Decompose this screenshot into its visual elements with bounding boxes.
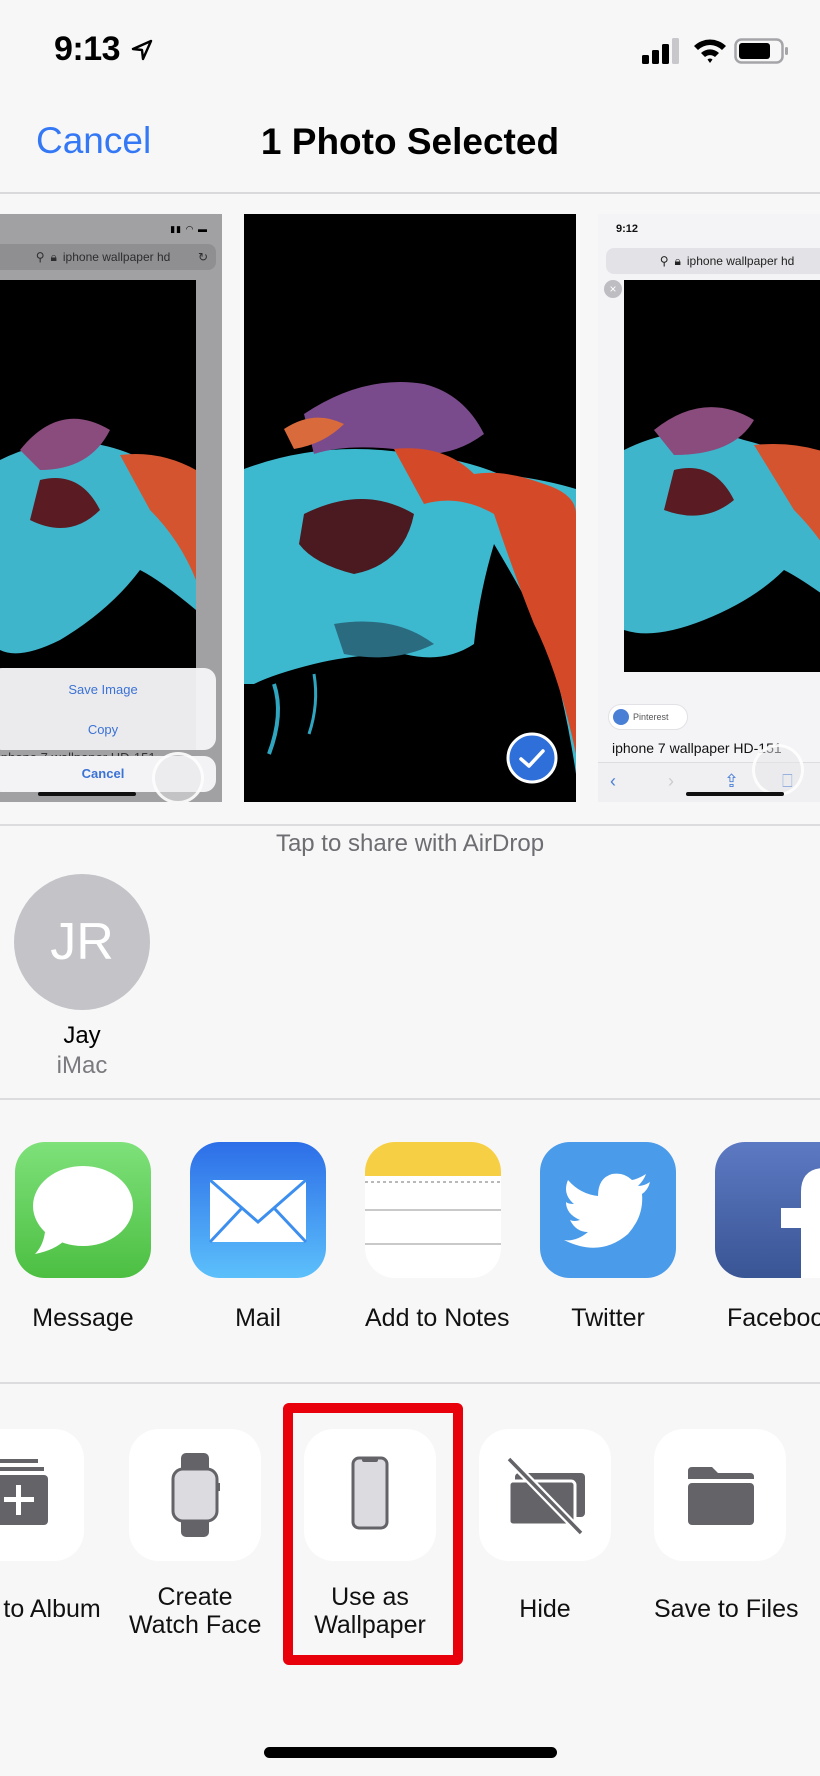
back-icon: ‹ [610, 771, 616, 791]
page-title: 1 Photo Selected [0, 121, 820, 163]
twitter-icon [540, 1142, 676, 1278]
add-to-album-icon [0, 1429, 84, 1561]
source-chip-label: Pinterest [633, 712, 669, 722]
app-mail[interactable]: Mail [190, 1142, 326, 1333]
action-label: Hide [519, 1595, 571, 1623]
action-label: Use as Wallpaper [304, 1583, 436, 1639]
status-bar: 9:13 [0, 0, 820, 100]
search-icon: ⚲ [659, 254, 669, 268]
reload-icon: ↻ [197, 250, 208, 264]
share-actions-row[interactable]: Add to Album Create Watch Face Use as Wa… [0, 1385, 820, 1685]
airdrop-contact[interactable]: JR Jay iMac [14, 874, 150, 1080]
close-icon: × [604, 280, 622, 298]
hide-icon [479, 1429, 611, 1561]
airdrop-hint-text: Tap to share with AirDrop [275, 830, 545, 857]
app-facebook[interactable]: Facebook [715, 1142, 820, 1333]
wifi-icon [694, 39, 726, 63]
facebook-icon [715, 1142, 820, 1278]
app-label: Mail [235, 1304, 281, 1332]
mini-status-icons: ▮▮ ◠ ▬ [170, 224, 208, 234]
contact-name: Jay [63, 1022, 101, 1049]
mini-home-indicator [38, 792, 136, 796]
divider [0, 1098, 820, 1100]
action-sheet-preview: Save Image Copy [0, 668, 216, 750]
app-label: Twitter [571, 1304, 645, 1332]
divider [0, 1382, 820, 1384]
action-save-to-files[interactable]: Save to Files [654, 1429, 799, 1623]
mini-home-indicator [686, 792, 784, 796]
mini-url-bar: ⚲ 🔒︎ iphone wallpaper hd [606, 248, 820, 274]
mail-icon [190, 1142, 326, 1278]
app-twitter[interactable]: Twitter [540, 1142, 676, 1333]
photo-thumbnail-next[interactable]: 9:12 ⚲ 🔒︎ iphone wallpaper hd × Pinteres… [598, 214, 820, 802]
airdrop-hint: Tap to share with AirDrop [0, 830, 820, 858]
status-time: 9:13 [54, 30, 121, 68]
action-label-line: Watch Face [129, 1611, 262, 1639]
mini-url-text: iphone wallpaper hd [686, 254, 795, 268]
copy-option: Copy [87, 722, 119, 737]
action-create-watch-face[interactable]: Create Watch Face [129, 1429, 261, 1639]
mini-url-bar: ⚲ 🔒︎ iphone wallpaper hd ↻ [0, 244, 216, 270]
navigation-bar: Cancel 1 Photo Selected [0, 100, 820, 194]
divider [0, 824, 820, 826]
cellular-signal-icon [642, 38, 679, 64]
action-add-to-album[interactable]: Add to Album [0, 1429, 101, 1623]
share-icon: ⇪ [724, 771, 740, 791]
lock-icon: 🔒︎ [674, 253, 681, 268]
selected-checkmark-icon [506, 732, 558, 784]
location-arrow-icon [131, 39, 153, 61]
touch-indicator [752, 744, 804, 796]
action-hide[interactable]: Hide [479, 1429, 611, 1623]
splash-image [624, 280, 820, 672]
globe-icon [613, 709, 629, 725]
notes-icon [365, 1142, 501, 1278]
action-label: Create Watch Face [129, 1583, 261, 1639]
action-label: Save to Files [654, 1595, 799, 1623]
save-image-option: Save Image [68, 682, 138, 697]
app-message[interactable]: Message [15, 1142, 151, 1333]
source-chip: Pinterest [608, 704, 688, 730]
battery-icon [734, 38, 788, 64]
action-use-as-wallpaper[interactable]: Use as Wallpaper [304, 1429, 436, 1639]
mini-status-time: 9:12 [616, 223, 639, 235]
action-label: Add to Album [0, 1595, 101, 1623]
touch-indicator [152, 752, 204, 802]
page-title-text: 1 Photo Selected [260, 121, 560, 162]
watch-icon [129, 1429, 261, 1561]
app-label: Facebook [727, 1304, 820, 1332]
app-label: Add to Notes [365, 1304, 510, 1332]
search-icon: ⚲ [35, 250, 45, 264]
lock-icon: 🔒︎ [50, 249, 57, 264]
app-label: Message [32, 1304, 134, 1332]
photo-strip[interactable]: ▮▮ ◠ ▬ ⚲ 🔒︎ iphone wallpaper hd ↻ Save I… [0, 196, 820, 824]
contact-device: iMac [56, 1052, 108, 1079]
avatar: JR [14, 874, 150, 1010]
share-apps-row[interactable]: Message Mail Add to Notes Twitter Facebo… [0, 1140, 820, 1360]
photo-thumbnail-previous[interactable]: ▮▮ ◠ ▬ ⚲ 🔒︎ iphone wallpaper hd ↻ Save I… [0, 214, 222, 802]
home-indicator[interactable] [264, 1747, 557, 1758]
messages-icon [15, 1142, 151, 1278]
app-notes[interactable]: Add to Notes [365, 1142, 510, 1333]
iphone-icon [304, 1429, 436, 1561]
paint-splash-graphic [624, 407, 820, 634]
action-label-line: Wallpaper [314, 1611, 426, 1639]
paint-splash-graphic [244, 382, 576, 774]
action-label-line: Use as [331, 1583, 409, 1611]
photo-thumbnail-selected[interactable] [244, 214, 576, 802]
action-label-line: Create [157, 1583, 233, 1611]
folder-icon [654, 1429, 786, 1561]
forward-icon: › [668, 771, 674, 791]
mini-url-text: iphone wallpaper hd [62, 250, 171, 264]
